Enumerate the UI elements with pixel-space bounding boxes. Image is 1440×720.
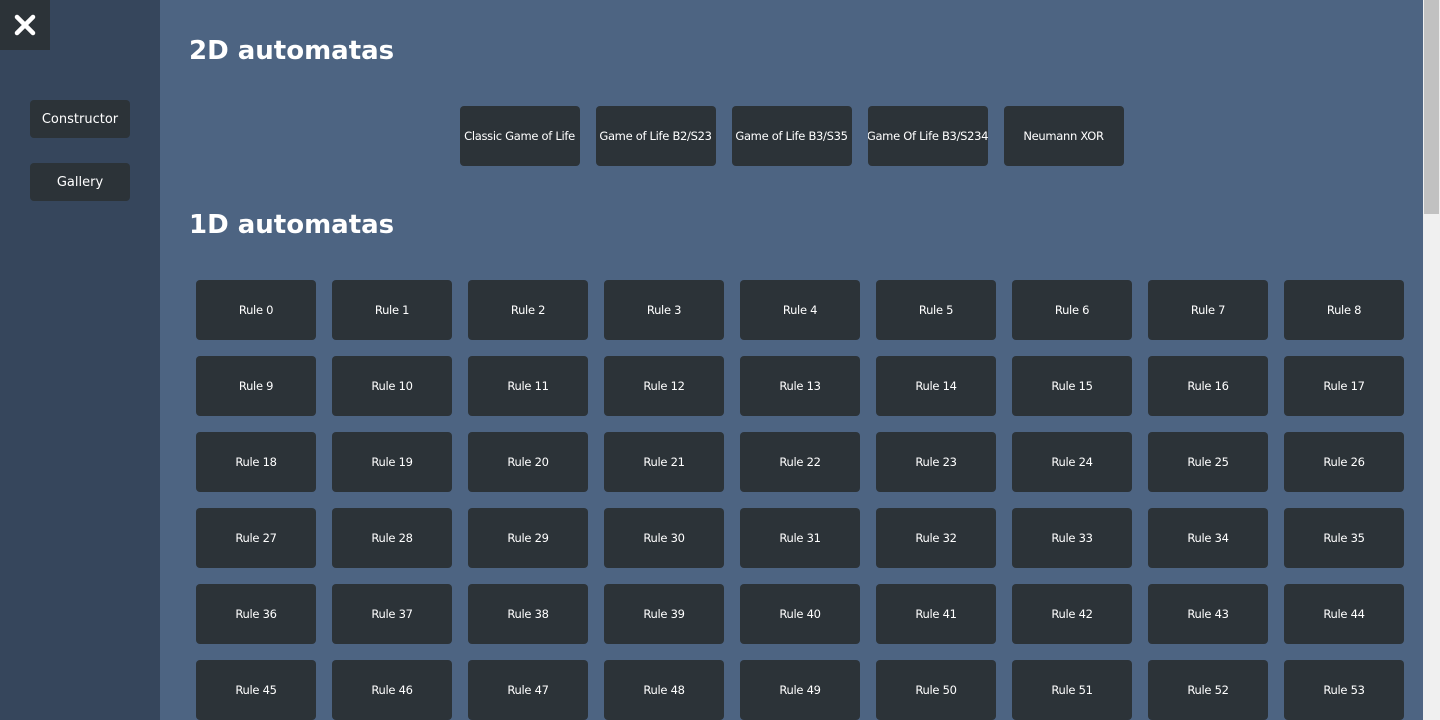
rule-tile[interactable]: Rule 39 bbox=[604, 584, 724, 644]
rule-tile[interactable]: Rule 3 bbox=[604, 280, 724, 340]
gallery-button[interactable]: Gallery bbox=[30, 163, 130, 201]
rule-tile[interactable]: Rule 27 bbox=[196, 508, 316, 568]
rule-tile[interactable]: Rule 6 bbox=[1012, 280, 1132, 340]
rule-tile[interactable]: Rule 41 bbox=[876, 584, 996, 644]
rule-tile[interactable]: Rule 21 bbox=[604, 432, 724, 492]
rule-tile[interactable]: Rule 33 bbox=[1012, 508, 1132, 568]
automata-2d-tile[interactable]: Neumann XOR bbox=[1003, 106, 1124, 166]
rule-tile[interactable]: Rule 49 bbox=[740, 660, 860, 720]
scrollbar-thumb[interactable] bbox=[1424, 0, 1439, 214]
rule-tile[interactable]: Rule 9 bbox=[196, 356, 316, 416]
automata-2d-tile[interactable]: Game of Life B2/S23 bbox=[595, 106, 716, 166]
rule-tile[interactable]: Rule 10 bbox=[332, 356, 452, 416]
rule-tile[interactable]: Rule 42 bbox=[1012, 584, 1132, 644]
rule-tile[interactable]: Rule 35 bbox=[1284, 508, 1404, 568]
automata-2d-tile[interactable]: Classic Game of Life bbox=[459, 106, 580, 166]
rule-tile[interactable]: Rule 0 bbox=[196, 280, 316, 340]
rule-tile[interactable]: Rule 8 bbox=[1284, 280, 1404, 340]
rule-tile[interactable]: Rule 26 bbox=[1284, 432, 1404, 492]
rule-tile[interactable]: Rule 43 bbox=[1148, 584, 1268, 644]
automata-2d-tile[interactable]: Game Of Life B3/S234 bbox=[867, 106, 988, 166]
rule-tile[interactable]: Rule 30 bbox=[604, 508, 724, 568]
rule-tile[interactable]: Rule 20 bbox=[468, 432, 588, 492]
rule-tile[interactable]: Rule 38 bbox=[468, 584, 588, 644]
automata-2d-list: Classic Game of Life Game of Life B2/S23… bbox=[160, 106, 1423, 166]
rule-tile[interactable]: Rule 22 bbox=[740, 432, 860, 492]
rule-tile[interactable]: Rule 32 bbox=[876, 508, 996, 568]
rule-tile[interactable]: Rule 13 bbox=[740, 356, 860, 416]
rule-tile[interactable]: Rule 46 bbox=[332, 660, 452, 720]
rule-tile[interactable]: Rule 45 bbox=[196, 660, 316, 720]
rule-tile[interactable]: Rule 7 bbox=[1148, 280, 1268, 340]
constructor-button[interactable]: Constructor bbox=[30, 100, 130, 138]
rule-tile[interactable]: Rule 4 bbox=[740, 280, 860, 340]
sidebar: Constructor Gallery bbox=[0, 0, 160, 720]
rule-tile[interactable]: Rule 24 bbox=[1012, 432, 1132, 492]
rule-tile[interactable]: Rule 31 bbox=[740, 508, 860, 568]
rule-tile[interactable]: Rule 18 bbox=[196, 432, 316, 492]
section-title-2d: 2D automatas bbox=[189, 36, 395, 66]
rule-tile[interactable]: Rule 37 bbox=[332, 584, 452, 644]
rule-tile[interactable]: Rule 2 bbox=[468, 280, 588, 340]
rule-tile[interactable]: Rule 1 bbox=[332, 280, 452, 340]
rule-tile[interactable]: Rule 16 bbox=[1148, 356, 1268, 416]
close-icon bbox=[14, 14, 36, 36]
rule-tile[interactable]: Rule 12 bbox=[604, 356, 724, 416]
rule-tile[interactable]: Rule 47 bbox=[468, 660, 588, 720]
rule-tile[interactable]: Rule 36 bbox=[196, 584, 316, 644]
automata-2d-tile[interactable]: Game of Life B3/S35 bbox=[731, 106, 852, 166]
rule-tile[interactable]: Rule 19 bbox=[332, 432, 452, 492]
rule-tile[interactable]: Rule 17 bbox=[1284, 356, 1404, 416]
rule-tile[interactable]: Rule 15 bbox=[1012, 356, 1132, 416]
close-button[interactable] bbox=[0, 0, 50, 50]
rule-tile[interactable]: Rule 48 bbox=[604, 660, 724, 720]
rule-tile[interactable]: Rule 29 bbox=[468, 508, 588, 568]
rule-tile[interactable]: Rule 28 bbox=[332, 508, 452, 568]
rule-tile[interactable]: Rule 52 bbox=[1148, 660, 1268, 720]
rule-tile[interactable]: Rule 40 bbox=[740, 584, 860, 644]
rule-tile[interactable]: Rule 51 bbox=[1012, 660, 1132, 720]
rule-tile[interactable]: Rule 50 bbox=[876, 660, 996, 720]
rule-tile[interactable]: Rule 53 bbox=[1284, 660, 1404, 720]
vertical-scrollbar[interactable] bbox=[1423, 0, 1440, 720]
rule-tile[interactable]: Rule 23 bbox=[876, 432, 996, 492]
rule-tile[interactable]: Rule 14 bbox=[876, 356, 996, 416]
rule-tile[interactable]: Rule 25 bbox=[1148, 432, 1268, 492]
main-content: 2D automatas Classic Game of Life Game o… bbox=[160, 0, 1423, 720]
rule-tile[interactable]: Rule 44 bbox=[1284, 584, 1404, 644]
rule-tile[interactable]: Rule 5 bbox=[876, 280, 996, 340]
section-title-1d: 1D automatas bbox=[189, 210, 395, 240]
automata-1d-grid: Rule 0 Rule 1 Rule 2 Rule 3 Rule 4 Rule 5 Rule… bbox=[196, 280, 1404, 720]
rule-tile[interactable]: Rule 34 bbox=[1148, 508, 1268, 568]
rule-tile[interactable]: Rule 11 bbox=[468, 356, 588, 416]
